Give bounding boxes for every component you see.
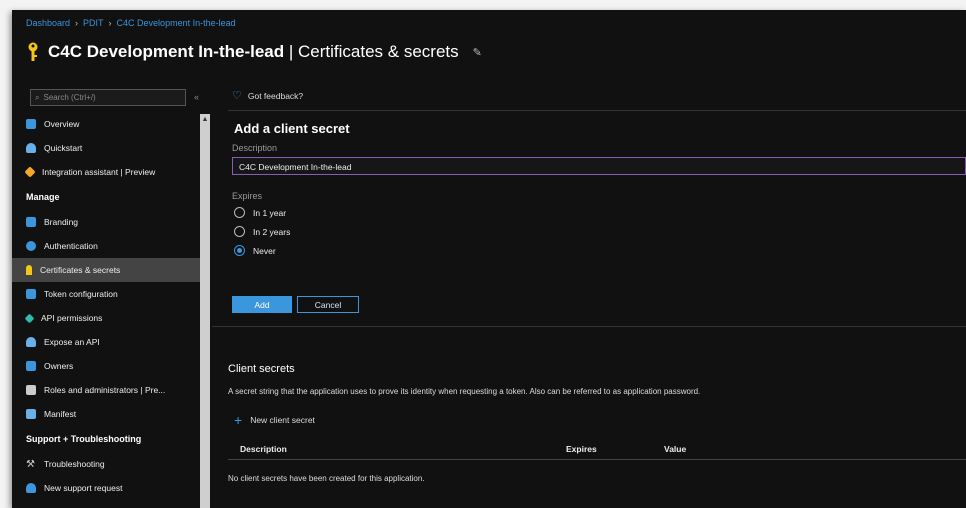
main-content: ♡ Got feedback? Add a client secret Desc… [212, 86, 966, 508]
person-icon [26, 483, 36, 493]
add-button[interactable]: Add [232, 296, 292, 313]
sidebar-scrollbar[interactable]: ▲ [200, 114, 210, 508]
sidebar-item-overview[interactable]: Overview [12, 112, 200, 136]
branding-icon [26, 217, 36, 227]
breadcrumb-chevron-icon: › [75, 18, 79, 28]
cancel-button[interactable]: Cancel [297, 296, 359, 313]
key-icon [26, 265, 32, 275]
add-secret-heading: Add a client secret [234, 121, 350, 136]
sidebar-item-certificates-secrets[interactable]: Certificates & secrets [12, 258, 200, 282]
divider [228, 110, 966, 111]
sidebar-item-label: Manifest [44, 409, 77, 419]
breadcrumb: Dashboard › PDIT › C4C Development In-th… [26, 18, 236, 28]
portal-window: Dashboard › PDIT › C4C Development In-th… [12, 10, 966, 508]
empty-secrets-message: No client secrets have been created for … [228, 474, 425, 483]
description-label: Description [232, 143, 278, 153]
sidebar-item-label: Overview [44, 119, 80, 129]
search-placeholder: Search (Ctrl+/) [43, 93, 96, 102]
sidebar-item-expose-api[interactable]: Expose an API [12, 330, 200, 354]
column-description: Description [240, 444, 287, 454]
expires-label: Expires [232, 191, 263, 201]
api-permissions-icon [24, 313, 35, 323]
sidebar-item-api-permissions[interactable]: API permissions [12, 306, 200, 330]
sidebar-item-label: Quickstart [44, 143, 83, 153]
sidebar-group-manage: Manage [26, 192, 60, 202]
feedback-label: Got feedback? [247, 90, 304, 101]
sidebar-group-support: Support + Troubleshooting [26, 434, 142, 444]
collapse-icon[interactable]: « [194, 92, 199, 102]
owners-icon [26, 361, 36, 371]
radio-2-years[interactable]: In 2 years [234, 226, 290, 237]
rocket-icon [24, 166, 36, 178]
heart-icon: ♡ [232, 90, 242, 102]
key-icon [28, 42, 38, 61]
token-icon [26, 289, 36, 299]
new-client-secret-label: New client secret [250, 415, 315, 425]
radio-1-year[interactable]: In 1 year [234, 207, 286, 218]
description-input[interactable]: C4C Development In-the-lead [232, 157, 966, 175]
column-expires: Expires [566, 444, 597, 454]
quickstart-icon [26, 143, 36, 153]
sidebar: ⌕ Search (Ctrl+/) « ▲ Overview Quickstar… [12, 86, 212, 508]
secrets-table-header: Description Expires Value [228, 436, 966, 460]
wrench-icon: ⚒ [26, 458, 35, 470]
column-value: Value [664, 444, 687, 454]
breadcrumb-dashboard[interactable]: Dashboard [26, 18, 70, 28]
sidebar-item-label: Roles and administrators | Pre... [44, 385, 166, 395]
radio-circle[interactable] [234, 207, 245, 218]
sidebar-item-troubleshooting[interactable]: ⚒ Troubleshooting [12, 452, 200, 476]
sidebar-item-manifest[interactable]: Manifest [12, 402, 200, 426]
radio-never[interactable]: Never [234, 245, 276, 256]
sidebar-item-label: Branding [44, 217, 79, 227]
sidebar-item-label: Token configuration [44, 289, 118, 299]
breadcrumb-app[interactable]: C4C Development In-the-lead [117, 18, 236, 28]
radio-label: In 1 year [253, 207, 287, 218]
sidebar-item-roles-administrators[interactable]: Roles and administrators | Pre... [12, 378, 200, 402]
sidebar-item-quickstart[interactable]: Quickstart [12, 136, 200, 160]
feedback-link[interactable]: ♡ Got feedback? [232, 89, 303, 102]
page-title-section: | Certificates & secrets [288, 42, 459, 61]
cloud-icon [26, 337, 36, 347]
manifest-icon [26, 409, 36, 419]
authentication-icon [26, 241, 36, 251]
search-input[interactable]: ⌕ Search (Ctrl+/) [30, 89, 186, 106]
sidebar-item-owners[interactable]: Owners [12, 354, 200, 378]
page-header: C4C Development In-the-lead | Certificat… [26, 38, 482, 66]
sidebar-item-label: Certificates & secrets [40, 265, 121, 275]
plus-icon: + [234, 412, 243, 428]
page-title-app: C4C Development In-the-lead [48, 42, 285, 61]
divider [212, 326, 966, 327]
new-client-secret-button[interactable]: + New client secret [234, 412, 315, 428]
sidebar-item-integration-assistant[interactable]: Integration assistant | Preview [12, 160, 200, 184]
page-title: C4C Development In-the-lead | Certificat… [48, 42, 459, 62]
sidebar-item-label: API permissions [41, 313, 103, 323]
client-secrets-heading: Client secrets [228, 363, 295, 375]
sidebar-item-branding[interactable]: Branding [12, 210, 200, 234]
sidebar-item-label: Expose an API [44, 337, 100, 347]
radio-circle-selected[interactable] [234, 245, 245, 256]
scroll-up-icon[interactable]: ▲ [201, 116, 209, 124]
radio-circle[interactable] [234, 226, 245, 237]
sidebar-item-label: Owners [44, 361, 74, 371]
pin-icon[interactable]: ✎ [473, 46, 482, 59]
sidebar-nav: Overview Quickstart Integration assistan… [12, 112, 200, 500]
breadcrumb-chevron-icon: › [108, 18, 112, 28]
sidebar-item-authentication[interactable]: Authentication [12, 234, 200, 258]
breadcrumb-pdit[interactable]: PDIT [83, 18, 104, 28]
sidebar-item-label: New support request [44, 483, 123, 493]
overview-icon [26, 119, 36, 129]
sidebar-item-label: Integration assistant | Preview [42, 167, 156, 177]
radio-label: Never [253, 245, 276, 256]
search-icon: ⌕ [35, 92, 40, 102]
roles-icon [26, 385, 36, 395]
sidebar-item-label: Authentication [44, 241, 98, 251]
sidebar-item-new-support-request[interactable]: New support request [12, 476, 200, 500]
sidebar-item-token-configuration[interactable]: Token configuration [12, 282, 200, 306]
sidebar-item-label: Troubleshooting [44, 459, 105, 469]
radio-label: In 2 years [253, 226, 291, 237]
client-secrets-description: A secret string that the application use… [228, 387, 701, 396]
